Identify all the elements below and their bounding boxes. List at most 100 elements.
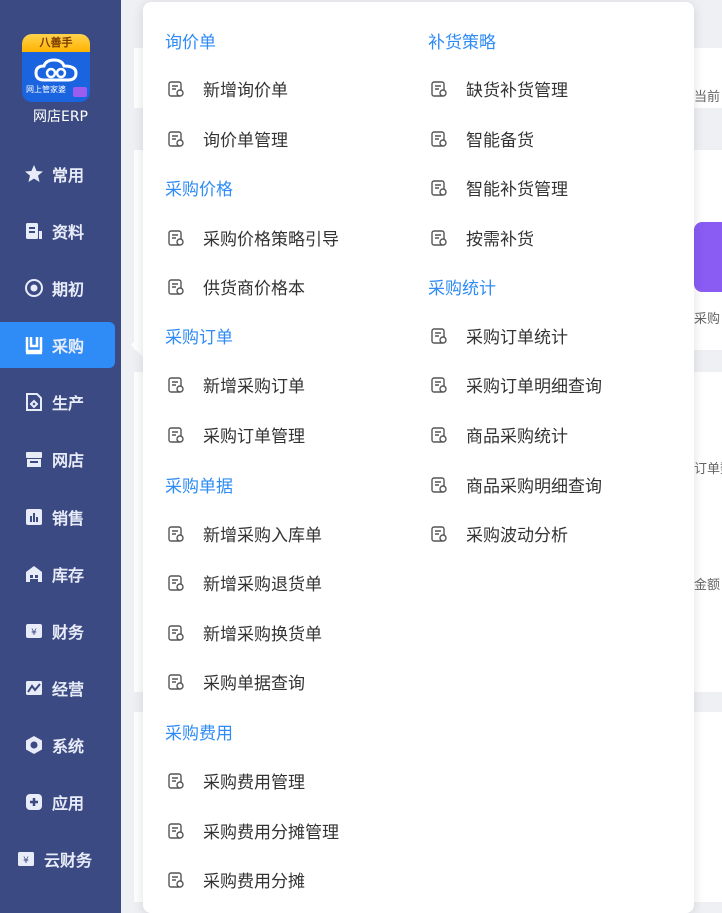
- menu-item[interactable]: 采购订单明细查询: [430, 372, 602, 397]
- menu-item-label: 新增采购换货单: [203, 625, 322, 645]
- cloud-finance-icon: ¥: [16, 849, 36, 869]
- bg-tile[interactable]: [694, 222, 722, 292]
- sidebar-item-label: 系统: [52, 737, 85, 756]
- sidebar-item-label: 网店: [52, 451, 85, 470]
- menu-item[interactable]: 供货商价格本: [167, 274, 305, 299]
- menu-item[interactable]: 新增采购换货单: [167, 620, 322, 645]
- bg-text: 采购: [694, 312, 721, 327]
- menu-item[interactable]: 商品采购明细查询: [430, 472, 602, 497]
- sidebar-item-label: 经营: [52, 680, 85, 699]
- menu-heading: 采购订单: [165, 328, 233, 348]
- menu-item[interactable]: 商品采购统计: [430, 422, 568, 447]
- sidebar-item-label: 库存: [52, 566, 85, 585]
- menu-item-label: 新增采购订单: [203, 377, 305, 397]
- menu-item[interactable]: 采购费用管理: [167, 768, 305, 793]
- menu-item-icon: [167, 624, 185, 642]
- menu-item-label: 商品采购统计: [466, 427, 568, 447]
- sidebar-item-label: 财务: [52, 623, 85, 642]
- document-icon: [24, 221, 44, 241]
- menu-item[interactable]: 采购费用分摊: [167, 867, 305, 892]
- menu-item-icon: [167, 871, 185, 889]
- menu-item-label: 采购费用分摊管理: [203, 823, 339, 843]
- menu-item-icon: [430, 525, 448, 543]
- menu-item-icon: [167, 673, 185, 691]
- yen-icon: ¥: [24, 621, 44, 641]
- menu-item[interactable]: 新增采购入库单: [167, 521, 322, 546]
- menu-heading: 补货策略: [428, 33, 496, 53]
- menu-item[interactable]: 新增采购退货单: [167, 570, 322, 595]
- menu-item-icon: [167, 525, 185, 543]
- store-icon: [24, 449, 44, 469]
- menu-item[interactable]: 采购费用分摊管理: [167, 818, 339, 843]
- menu-item-icon: [167, 822, 185, 840]
- menu-heading: 询价单: [165, 33, 216, 53]
- menu-item-icon: [430, 80, 448, 98]
- menu-item[interactable]: 采购订单管理: [167, 422, 305, 447]
- menu-item-label: 采购单据查询: [203, 674, 305, 694]
- sidebar-item-6[interactable]: 销售: [0, 494, 121, 540]
- sidebar-item-11[interactable]: 应用: [0, 779, 121, 825]
- menu-item-icon: [430, 426, 448, 444]
- warehouse-icon: [24, 564, 44, 584]
- menu-item-label: 按需补货: [466, 230, 534, 250]
- menu-item-icon: [167, 130, 185, 148]
- sidebar: 八善手 网上管家婆 网店ERP 常用资料期初采购生产网店销售库存 ¥ 财务经营系统应…: [0, 0, 121, 913]
- menu-item[interactable]: 智能备货: [430, 126, 534, 151]
- menu-heading: 采购单据: [165, 477, 233, 497]
- menu-item-label: 采购价格策略引导: [203, 230, 339, 250]
- trend-icon: [24, 678, 44, 698]
- menu-item-label: 缺货补货管理: [466, 81, 568, 101]
- sidebar-item-label: 期初: [52, 280, 85, 299]
- menu-item-label: 新增采购入库单: [203, 526, 322, 546]
- menu-heading: 采购费用: [165, 724, 233, 744]
- bg-text: 金额: [694, 578, 721, 593]
- logo-top-text: 八善手: [22, 34, 90, 52]
- menu-item[interactable]: 缺货补货管理: [430, 76, 568, 101]
- menu-item[interactable]: 采购单据查询: [167, 669, 305, 694]
- menu-item-icon: [167, 278, 185, 296]
- sidebar-item-label: 应用: [52, 794, 85, 813]
- menu-item-icon: [430, 229, 448, 247]
- sidebar-item-7[interactable]: 库存: [0, 551, 121, 597]
- app-logo[interactable]: 八善手 网上管家婆: [22, 34, 90, 102]
- menu-item[interactable]: 智能补货管理: [430, 175, 568, 200]
- logo-badge: [73, 87, 87, 97]
- sidebar-item-12[interactable]: ¥ 云财务: [0, 836, 121, 882]
- menu-item-label: 采购订单统计: [466, 328, 568, 348]
- menu-item-icon: [430, 376, 448, 394]
- menu-item-label: 采购费用分摊: [203, 872, 305, 892]
- star-icon: [24, 164, 44, 184]
- panel-arrow: [131, 333, 143, 357]
- menu-item[interactable]: 按需补货: [430, 225, 534, 250]
- menu-item[interactable]: 采购价格策略引导: [167, 225, 339, 250]
- menu-item[interactable]: 采购波动分析: [430, 521, 568, 546]
- menu-item-label: 询价单管理: [203, 131, 288, 151]
- hexagon-icon: [24, 735, 44, 755]
- sidebar-item-9[interactable]: 经营: [0, 665, 121, 711]
- sidebar-item-1[interactable]: 资料: [0, 208, 121, 254]
- sidebar-item-8[interactable]: ¥ 财务: [0, 608, 121, 654]
- sidebar-item-3[interactable]: 采购: [0, 322, 115, 368]
- menu-item[interactable]: 新增询价单: [167, 76, 288, 101]
- menu-item[interactable]: 采购订单统计: [430, 323, 568, 348]
- menu-item-icon: [167, 376, 185, 394]
- menu-item[interactable]: 新增采购订单: [167, 372, 305, 397]
- bg-text: 订单数: [694, 462, 722, 477]
- sidebar-item-10[interactable]: 系统: [0, 722, 121, 768]
- sidebar-item-label: 常用: [52, 166, 85, 185]
- menu-item-icon: [167, 574, 185, 592]
- sidebar-item-2[interactable]: 期初: [0, 265, 121, 311]
- sidebar-item-5[interactable]: 网店: [0, 436, 121, 482]
- sidebar-item-0[interactable]: 常用: [0, 151, 121, 197]
- menu-item[interactable]: 询价单管理: [167, 126, 288, 151]
- menu-item-label: 供货商价格本: [203, 279, 305, 299]
- sidebar-item-4[interactable]: 生产: [0, 379, 121, 425]
- menu-item-label: 新增采购退货单: [203, 575, 322, 595]
- production-icon: [24, 392, 44, 412]
- menu-item-label: 采购费用管理: [203, 773, 305, 793]
- brand-name: 网店ERP: [32, 109, 88, 125]
- menu-item-icon: [430, 130, 448, 148]
- menu-item-label: 采购订单明细查询: [466, 377, 602, 397]
- purchase-menu-panel: 询价单 新增询价单 询价单管理 采购价格 采购价格策略引导 供货商价格本 采购订单 新增采购订…: [143, 2, 694, 913]
- menu-item-icon: [167, 772, 185, 790]
